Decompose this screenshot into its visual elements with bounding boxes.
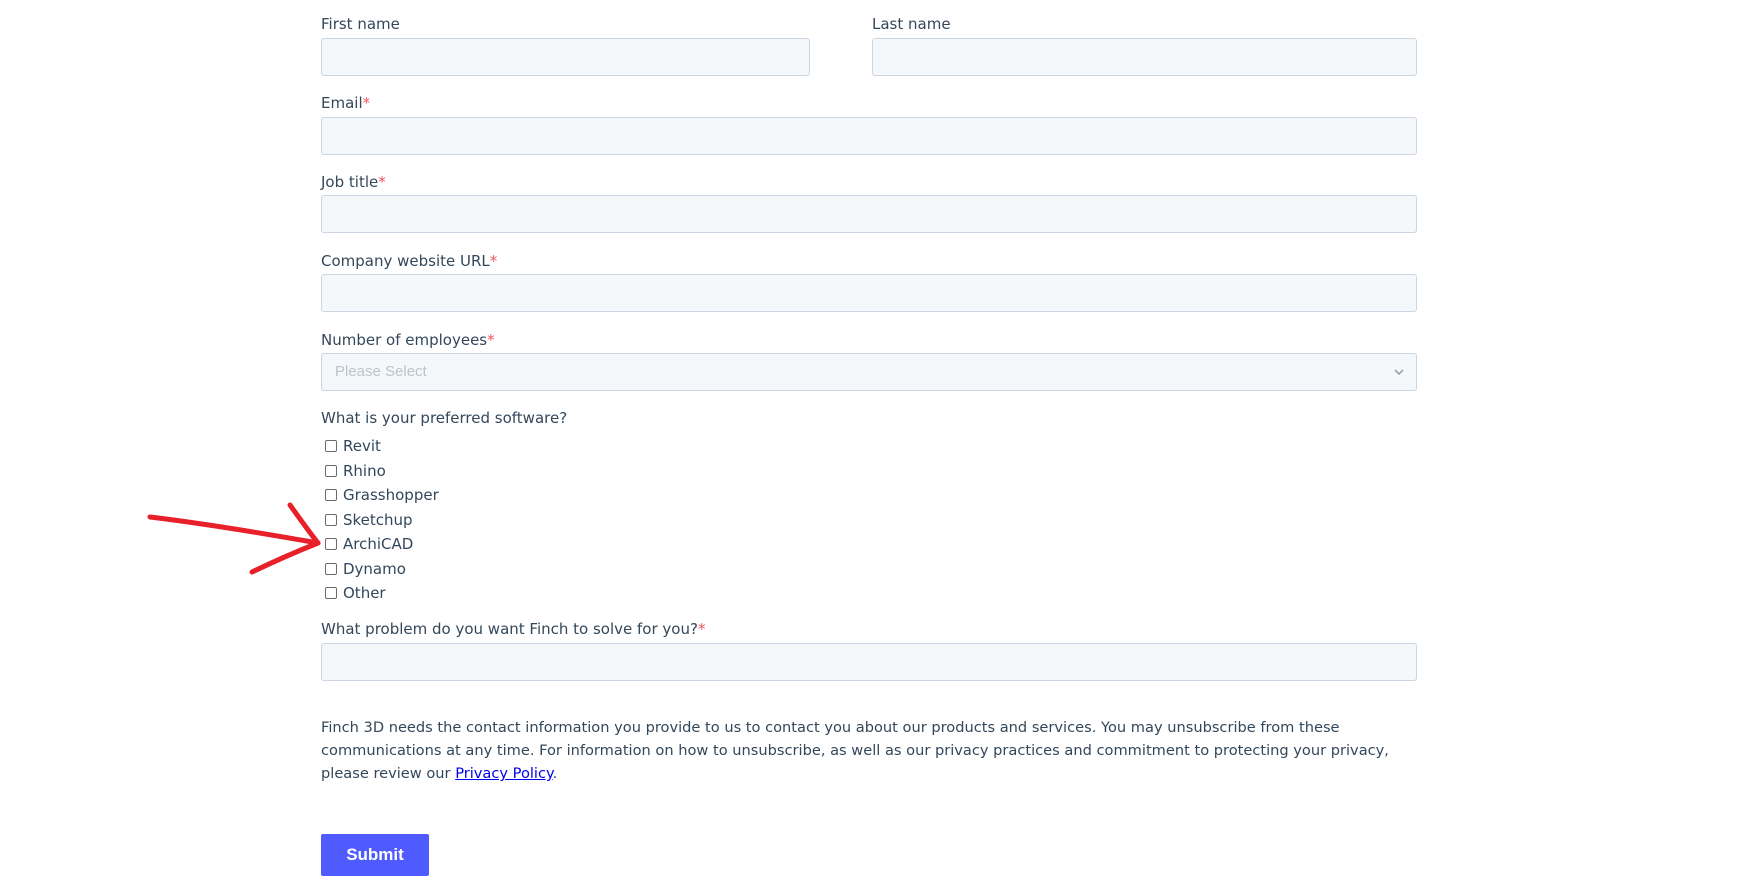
checkbox-square[interactable]	[325, 514, 337, 526]
email-label: Email*	[321, 93, 370, 113]
employees-select-placeholder: Please Select	[335, 363, 427, 380]
legal-text-end: .	[552, 765, 558, 782]
legal-consent-text: Finch 3D needs the contact information y…	[321, 716, 1417, 785]
required-marker: *	[697, 620, 706, 638]
problem-label: What problem do you want Finch to solve …	[321, 619, 705, 639]
company-url-label: Company website URL*	[321, 251, 497, 271]
problem-label-text: What problem do you want Finch to solve …	[321, 620, 698, 638]
checkbox-archicad[interactable]: ArchiCAD	[325, 533, 413, 555]
checkbox-square[interactable]	[325, 465, 337, 477]
privacy-policy-link[interactable]: Privacy Policy	[455, 765, 552, 782]
checkbox-sketchup[interactable]: Sketchup	[325, 509, 413, 531]
software-question-label: What is your preferred software?	[321, 409, 568, 427]
checkbox-label: Rhino	[343, 462, 386, 480]
checkbox-revit[interactable]: Revit	[325, 435, 381, 457]
checkbox-label: Other	[343, 584, 386, 602]
required-marker: *	[362, 94, 371, 112]
job-title-label: Job title*	[321, 172, 386, 192]
employees-label-text: Number of employees	[321, 331, 488, 349]
submit-button[interactable]: Submit	[321, 834, 429, 876]
last-name-input[interactable]	[872, 38, 1417, 76]
checkbox-label: Sketchup	[343, 511, 413, 529]
checkbox-grasshopper[interactable]: Grasshopper	[325, 484, 439, 506]
chevron-down-icon	[1394, 369, 1404, 376]
checkbox-square[interactable]	[325, 440, 337, 452]
checkbox-label: Revit	[343, 437, 381, 455]
required-marker: *	[378, 173, 386, 191]
job-title-input[interactable]	[321, 195, 1417, 233]
employees-select[interactable]: Please Select	[321, 353, 1417, 391]
required-marker: *	[489, 252, 498, 270]
first-name-label: First name	[321, 15, 400, 33]
checkbox-rhino[interactable]: Rhino	[325, 460, 386, 482]
email-label-text: Email	[321, 94, 363, 112]
last-name-label: Last name	[872, 15, 951, 33]
checkbox-square[interactable]	[325, 489, 337, 501]
checkbox-other[interactable]: Other	[325, 582, 386, 604]
checkbox-label: ArchiCAD	[343, 535, 414, 553]
job-title-label-text: Job title	[321, 173, 379, 191]
checkbox-square[interactable]	[325, 538, 337, 550]
email-input[interactable]	[321, 117, 1417, 155]
problem-input[interactable]	[321, 643, 1417, 681]
checkbox-dynamo[interactable]: Dynamo	[325, 558, 406, 580]
company-url-input[interactable]	[321, 274, 1417, 312]
checkbox-square[interactable]	[325, 587, 337, 599]
company-url-label-text: Company website URL	[321, 252, 490, 270]
required-marker: *	[487, 331, 495, 349]
checkbox-label: Dynamo	[343, 560, 406, 578]
checkbox-label: Grasshopper	[343, 486, 439, 504]
employees-label: Number of employees*	[321, 330, 495, 350]
first-name-input[interactable]	[321, 38, 810, 76]
red-arrow-annotation-icon	[147, 502, 321, 575]
form-page: First name Last name Email* Job title* C…	[0, 0, 1744, 881]
checkbox-square[interactable]	[325, 563, 337, 575]
